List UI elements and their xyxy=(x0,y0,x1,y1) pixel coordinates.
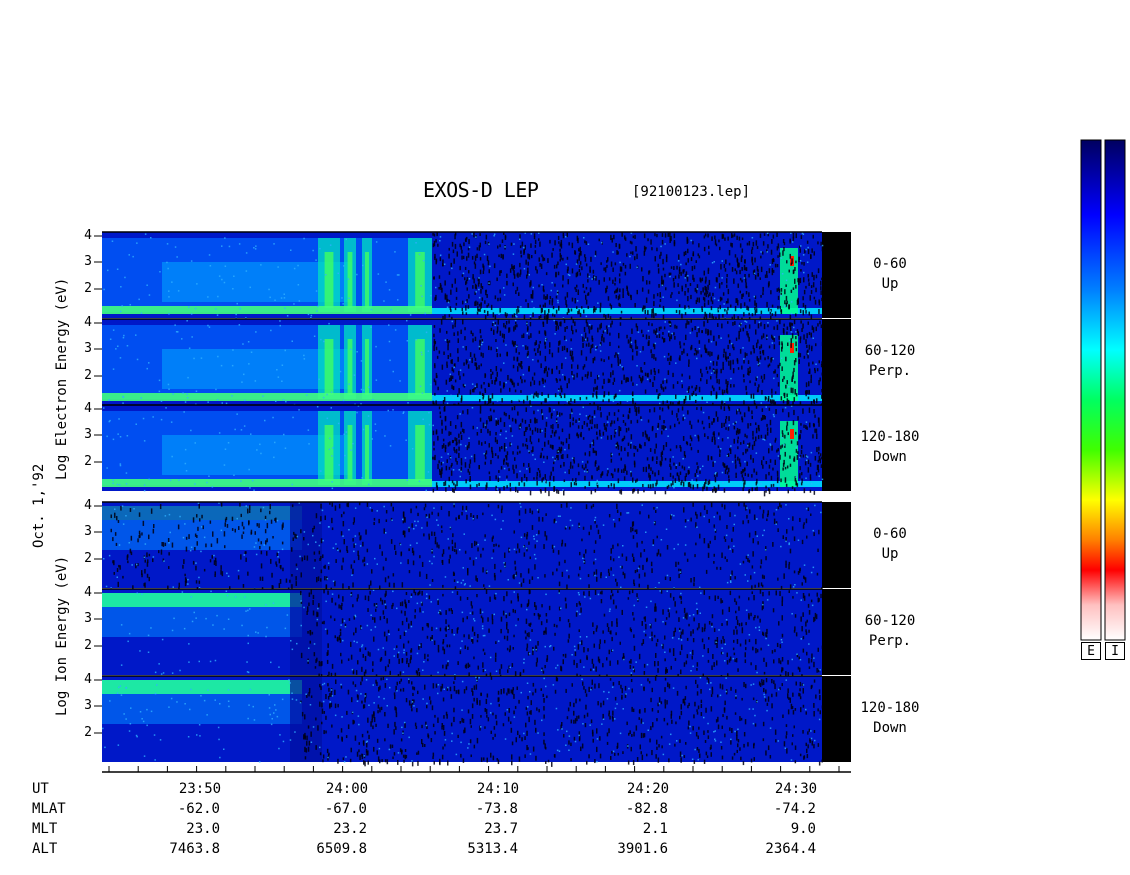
y-tick-label: 2 xyxy=(84,281,92,296)
table-row-label: UT xyxy=(32,781,49,797)
table-cell: 23.7 xyxy=(484,821,518,837)
x-tick-label: 24:20 xyxy=(626,781,670,797)
y-tick-label: 3 xyxy=(84,698,92,713)
colorbar-ion xyxy=(1104,139,1126,641)
y-tick-label: 4 xyxy=(84,228,92,243)
table-cell: 7463.8 xyxy=(169,841,220,857)
colorbar-electron xyxy=(1080,139,1102,641)
spectrogram-panel-4 xyxy=(102,501,851,593)
y-tick-label: 2 xyxy=(84,638,92,653)
y-tick-label: 4 xyxy=(84,585,92,600)
y-tick-label: 4 xyxy=(84,401,92,416)
pitch-angle-label: 0-60 xyxy=(873,256,907,272)
y-tick-label: 2 xyxy=(84,725,92,740)
table-row-label: MLT xyxy=(32,821,58,837)
table-cell: 23.2 xyxy=(333,821,367,837)
x-tick-label: 24:30 xyxy=(774,781,818,797)
spectrogram-panel-6 xyxy=(102,675,851,767)
pitch-angle-label: 60-120 xyxy=(864,613,916,629)
y-tick-label: 2 xyxy=(84,454,92,469)
x-tick-label: 24:10 xyxy=(476,781,520,797)
y-tick-label: 3 xyxy=(84,341,92,356)
spectrogram-panel-3 xyxy=(102,404,851,497)
table-cell: 2.1 xyxy=(642,821,668,837)
table-cell: -62.0 xyxy=(177,801,220,817)
pitch-angle-label: 120-180 xyxy=(860,700,920,716)
pitch-direction-label: Up xyxy=(881,276,899,292)
y-tick-label: 3 xyxy=(84,611,92,626)
spectrogram-panel-2 xyxy=(102,318,851,411)
spectrogram-panel-5 xyxy=(102,588,851,681)
table-cell: -74.2 xyxy=(773,801,816,817)
colorbar-label-e: E xyxy=(1081,642,1101,660)
y-tick-label: 4 xyxy=(84,315,92,330)
pitch-angle-label: 0-60 xyxy=(873,526,907,542)
table-cell: 2364.4 xyxy=(765,841,816,857)
y-tick-label: 3 xyxy=(84,427,92,442)
pitch-direction-label: Down xyxy=(873,449,907,465)
y-tick-label: 2 xyxy=(84,368,92,383)
y-tick-label: 3 xyxy=(84,524,92,539)
spectrogram-svg xyxy=(94,139,1126,773)
table-cell: 9.0 xyxy=(790,821,816,837)
colorbar-label-i: I xyxy=(1105,642,1125,660)
table-cell: -73.8 xyxy=(475,801,518,817)
pitch-direction-label: Down xyxy=(873,720,907,736)
pitch-angle-label: 60-120 xyxy=(864,343,916,359)
y-tick-label: 2 xyxy=(84,551,92,566)
pitch-direction-label: Perp. xyxy=(868,633,912,649)
pitch-angle-label: 120-180 xyxy=(860,429,920,445)
pitch-direction-label: Perp. xyxy=(868,363,912,379)
table-cell: 3901.6 xyxy=(617,841,668,857)
pitch-direction-label: Up xyxy=(881,546,899,562)
x-tick-label: 23:50 xyxy=(178,781,222,797)
table-row-label: MLAT xyxy=(32,801,66,817)
table-cell: 23.0 xyxy=(186,821,220,837)
table-cell: -67.0 xyxy=(324,801,367,817)
y-tick-label: 4 xyxy=(84,498,92,513)
x-tick-label: 24:00 xyxy=(325,781,369,797)
table-cell: -82.8 xyxy=(625,801,668,817)
table-row-label: ALT xyxy=(32,841,58,857)
y-tick-label: 4 xyxy=(84,672,92,687)
y-tick-label: 3 xyxy=(84,254,92,269)
table-cell: 6509.8 xyxy=(316,841,367,857)
spectrogram-panel-1 xyxy=(102,231,851,323)
table-cell: 5313.4 xyxy=(467,841,518,857)
